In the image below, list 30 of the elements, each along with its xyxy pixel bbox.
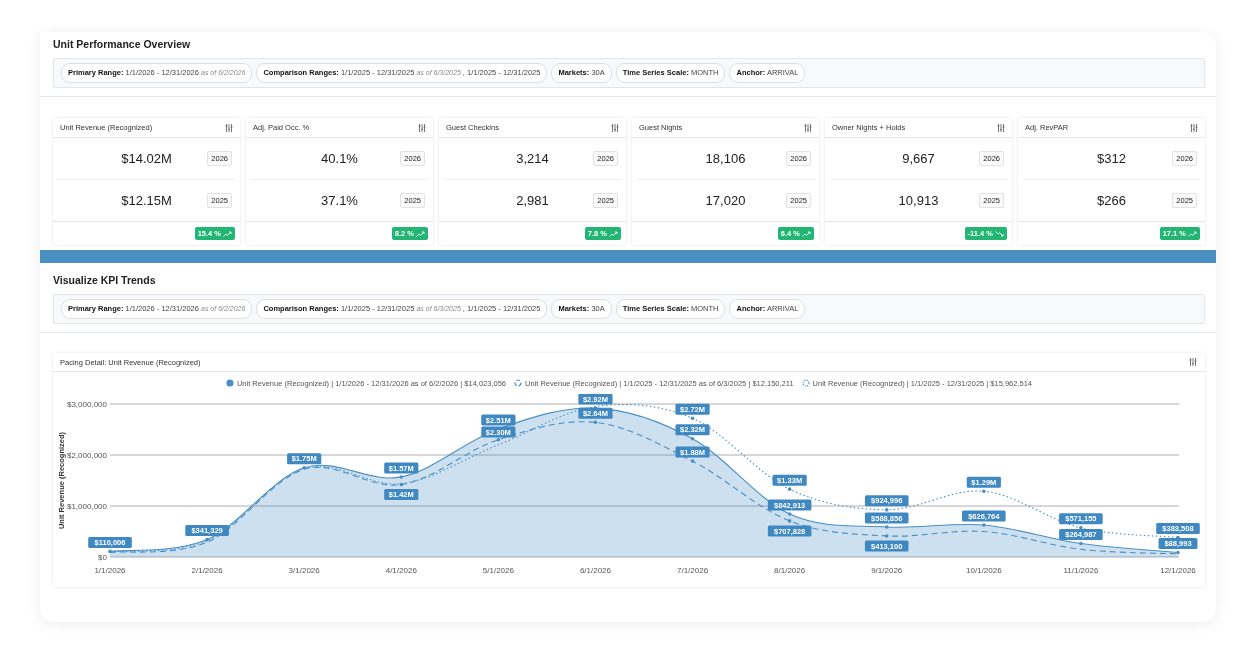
y-tick-label: $1,000,000: [66, 501, 107, 511]
x-tick-label: 2/1/2026: [191, 566, 223, 575]
kpi-value: $12.15M: [121, 193, 172, 208]
y-tick-label: $3,000,000: [66, 399, 107, 409]
kpi-value: $312: [1097, 151, 1126, 166]
kpi-value: 10,913: [898, 193, 939, 208]
x-tick-label: 1/1/2026: [94, 566, 126, 575]
x-tick-label: 5/1/2026: [482, 566, 514, 575]
kpi-value: 18,106: [705, 151, 746, 166]
x-tick-label: 4/1/2026: [385, 566, 417, 575]
kpi-value: 40.1%: [321, 151, 358, 166]
section-title: Visualize KPI Trends: [53, 273, 157, 288]
kpi-value: $266: [1097, 193, 1126, 208]
x-tick-label: 9/1/2026: [871, 566, 903, 575]
section-title: Unit Performance Overview: [53, 37, 192, 52]
kpi-value: 17,020: [705, 193, 746, 208]
kpi-value: 9,667: [902, 151, 935, 166]
kpi-value: 37.1%: [321, 193, 358, 208]
y-tick-label: $2,000,000: [66, 450, 107, 460]
x-tick-label: 11/1/2026: [1063, 566, 1099, 575]
x-tick-label: 6/1/2026: [579, 566, 611, 575]
kpi-value: $14.02M: [121, 151, 172, 166]
x-tick-label: 10/1/2026: [966, 566, 1002, 575]
x-tick-label: 7/1/2026: [677, 566, 709, 575]
kpi-value: 2,981: [516, 193, 549, 208]
x-tick-label: 8/1/2026: [774, 566, 806, 575]
x-tick-label: 12/1/2026: [1160, 566, 1196, 575]
kpi-value: 3,214: [516, 151, 549, 166]
x-tick-label: 3/1/2026: [288, 566, 320, 575]
y-tick-label: $0: [98, 552, 107, 562]
